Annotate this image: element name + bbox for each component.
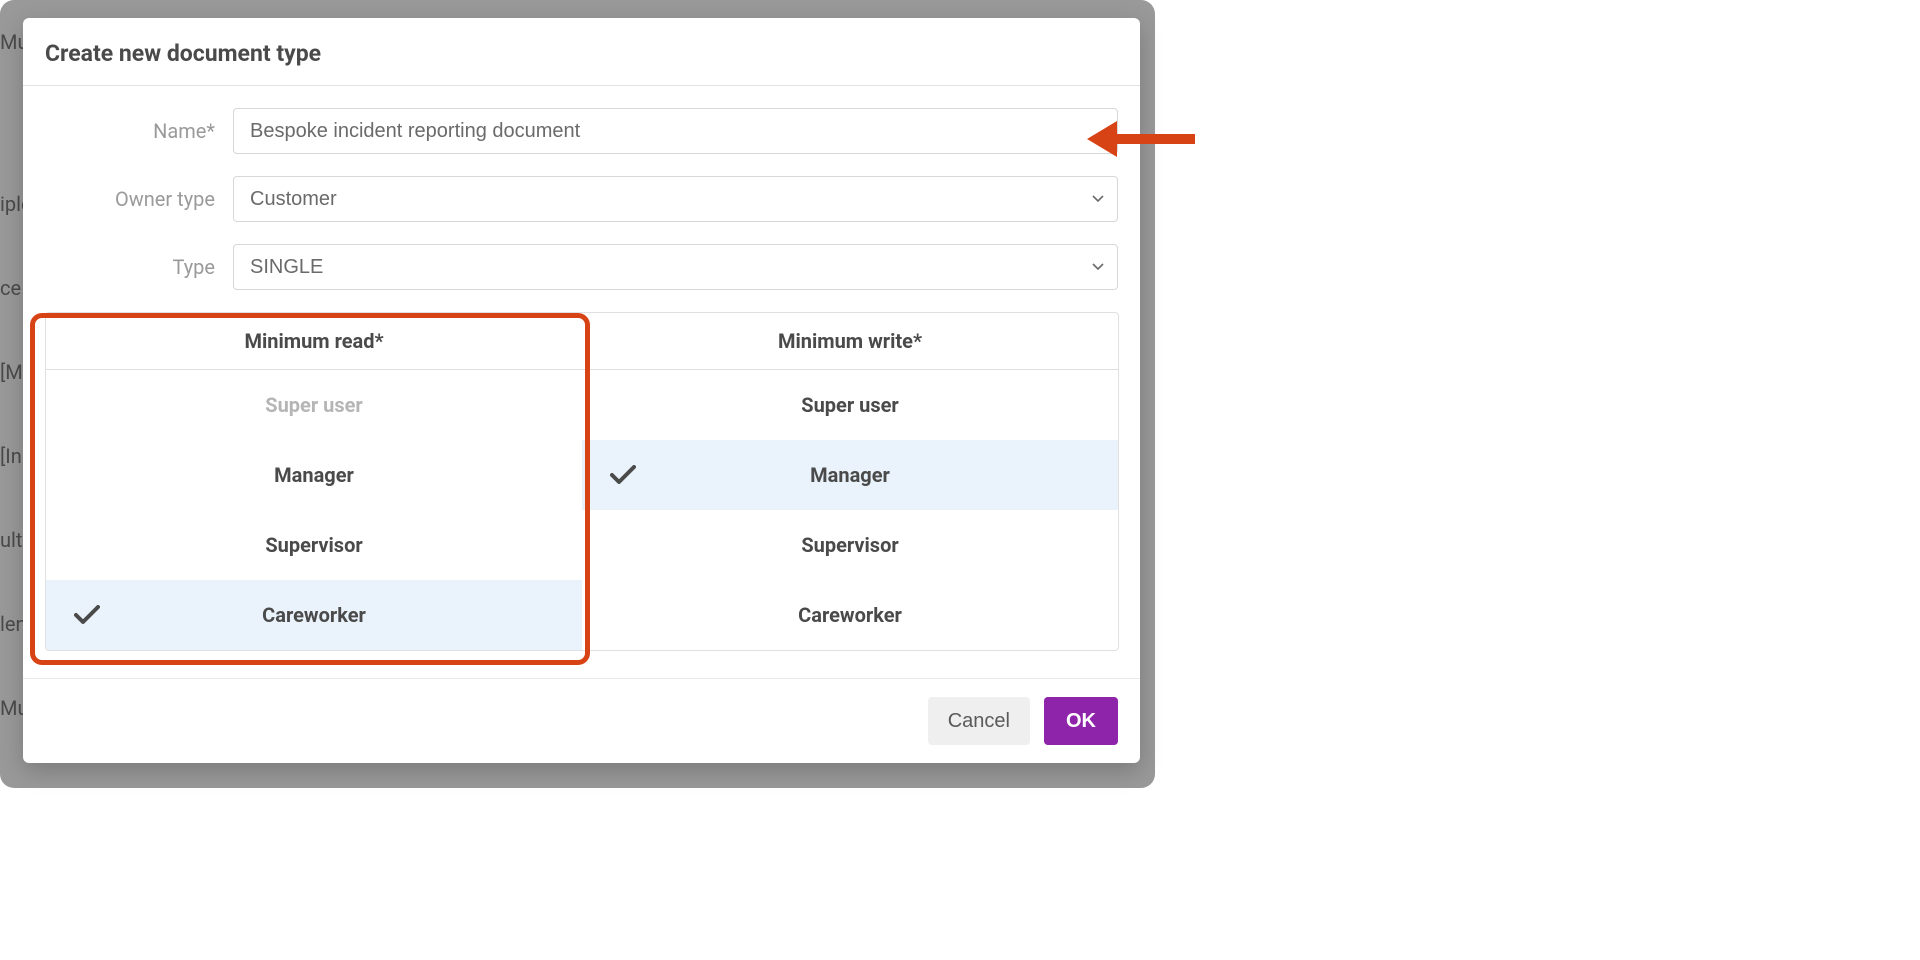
modal-header: Create new document type — [23, 18, 1140, 86]
write-option-super-user[interactable]: Super user — [582, 370, 1118, 440]
form-row-type: Type SINGLE — [45, 244, 1118, 290]
name-label: Name* — [45, 119, 233, 143]
permissions-header: Minimum read* Minimum write* — [46, 313, 1118, 370]
role-label: Supervisor — [801, 533, 898, 557]
ok-button[interactable]: OK — [1044, 697, 1118, 745]
create-document-type-modal: Create new document type Name* Owner typ… — [23, 18, 1140, 763]
owner-type-label: Owner type — [45, 187, 233, 211]
type-select-wrap[interactable]: SINGLE — [233, 244, 1118, 290]
form-row-owner-type: Owner type Customer — [45, 176, 1118, 222]
min-read-header: Minimum read* — [46, 313, 582, 369]
name-input[interactable] — [233, 108, 1118, 154]
role-label: Manager — [810, 463, 890, 487]
read-option-careworker[interactable]: Careworker — [46, 580, 582, 650]
role-label: Super user — [265, 393, 362, 417]
type-label: Type — [45, 255, 233, 279]
owner-type-select-wrap[interactable]: Customer — [233, 176, 1118, 222]
write-option-careworker[interactable]: Careworker — [582, 580, 1118, 650]
read-option-supervisor[interactable]: Supervisor — [46, 510, 582, 580]
role-label: Manager — [274, 463, 354, 487]
modal-footer: Cancel OK — [23, 678, 1140, 763]
bg-text-item: ce — [0, 276, 21, 300]
modal-title: Create new document type — [45, 40, 1118, 67]
bg-text-item: ult — [0, 528, 22, 552]
role-label: Supervisor — [265, 533, 362, 557]
write-option-supervisor[interactable]: Supervisor — [582, 510, 1118, 580]
permissions-body: Super user Manager Supervisor Careworker Su… — [46, 370, 1118, 650]
write-option-manager[interactable]: Manager — [582, 440, 1118, 510]
check-icon — [610, 465, 636, 485]
type-select[interactable]: SINGLE — [233, 244, 1118, 290]
owner-type-select[interactable]: Customer — [233, 176, 1118, 222]
bg-text-item: [In — [0, 444, 22, 468]
role-label: Super user — [801, 393, 898, 417]
bg-text-item: [M — [0, 360, 23, 384]
read-column: Super user Manager Supervisor Careworker — [46, 370, 582, 650]
write-column: Super user Manager Supervisor Careworker — [582, 370, 1118, 650]
role-label: Careworker — [262, 603, 366, 627]
modal-body: Name* Owner type Customer Type SINGLE — [23, 86, 1140, 678]
check-icon — [74, 605, 100, 625]
permissions-table: Minimum read* Minimum write* Super user M… — [45, 312, 1119, 651]
form-row-name: Name* — [45, 108, 1118, 154]
read-option-manager[interactable]: Manager — [46, 440, 582, 510]
read-option-super-user[interactable]: Super user — [46, 370, 582, 440]
cancel-button[interactable]: Cancel — [928, 697, 1030, 745]
role-label: Careworker — [798, 603, 902, 627]
min-write-header: Minimum write* — [582, 313, 1118, 369]
